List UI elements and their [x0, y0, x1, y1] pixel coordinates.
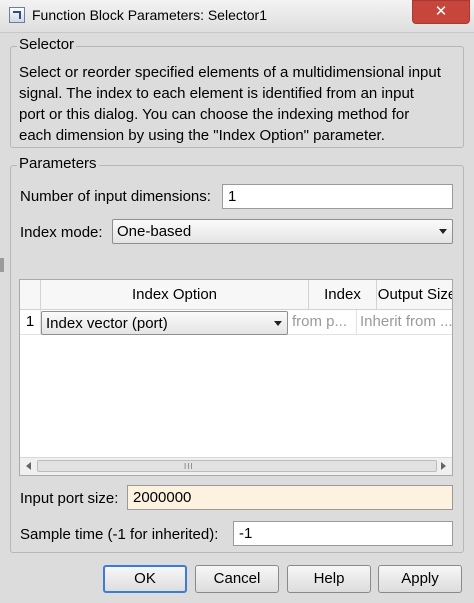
- description-line: each dimension by using the "Index Optio…: [19, 127, 385, 144]
- simulink-block-icon: [9, 7, 25, 23]
- output-size-cell[interactable]: Inherit from ...: [357, 310, 452, 334]
- column-header-index[interactable]: Index: [309, 280, 377, 309]
- index-mode-select[interactable]: One-based: [112, 219, 453, 244]
- column-header-index-option[interactable]: Index Option: [41, 280, 309, 309]
- scrollbar-thumb[interactable]: III: [37, 460, 437, 472]
- index-mode-value: One-based: [117, 223, 192, 240]
- chevron-down-icon: [439, 229, 447, 234]
- window-title: Function Block Parameters: Selector1: [32, 7, 267, 23]
- cancel-button[interactable]: Cancel: [195, 565, 279, 593]
- num-input-dimensions-field[interactable]: 1: [222, 184, 453, 209]
- description-line: Select or reorder specified elements of …: [19, 64, 441, 81]
- index-option-value: Index vector (port): [46, 315, 168, 332]
- scroll-right-icon[interactable]: [441, 462, 446, 470]
- ok-button[interactable]: OK: [103, 565, 187, 593]
- block-description: Select or reorder specified elements of …: [19, 62, 459, 146]
- selector-group-label: Selector: [17, 36, 77, 53]
- index-mode-label: Index mode:: [20, 224, 103, 241]
- close-button[interactable]: ✕: [412, 0, 470, 24]
- sample-time-field[interactable]: -1: [233, 521, 453, 546]
- table-header: Index Option Index Output Size: [20, 280, 452, 310]
- description-line: port or this dialog. You can choose the …: [19, 106, 410, 123]
- chevron-down-icon: [274, 321, 282, 326]
- title-bar: Function Block Parameters: Selector1 ✕: [0, 0, 474, 33]
- row-number-header: [20, 280, 41, 309]
- index-cell[interactable]: from p...: [289, 310, 357, 334]
- table-row: 1 Index vector (port) from p... Inherit …: [20, 310, 452, 335]
- horizontal-scrollbar[interactable]: III: [20, 457, 452, 475]
- sample-time-label: Sample time (-1 for inherited):: [20, 526, 219, 543]
- column-header-output-size[interactable]: Output Size: [377, 280, 452, 309]
- num-input-dimensions-label: Number of input dimensions:: [20, 188, 211, 205]
- row-number: 1: [20, 310, 41, 334]
- window-resize-handle[interactable]: [0, 258, 4, 272]
- scroll-left-icon[interactable]: [26, 462, 31, 470]
- input-port-size-label: Input port size:: [20, 490, 119, 507]
- help-button[interactable]: Help: [287, 565, 371, 593]
- parameters-group-label: Parameters: [17, 155, 99, 172]
- index-options-table: Index Option Index Output Size 1 Index v…: [19, 279, 453, 476]
- scrollbar-grip: III: [184, 462, 194, 471]
- index-option-select[interactable]: Index vector (port): [41, 311, 288, 335]
- input-port-size-field[interactable]: 2000000: [127, 485, 453, 510]
- apply-button[interactable]: Apply: [378, 565, 462, 593]
- description-line: signal. The index to each element is ide…: [19, 85, 414, 102]
